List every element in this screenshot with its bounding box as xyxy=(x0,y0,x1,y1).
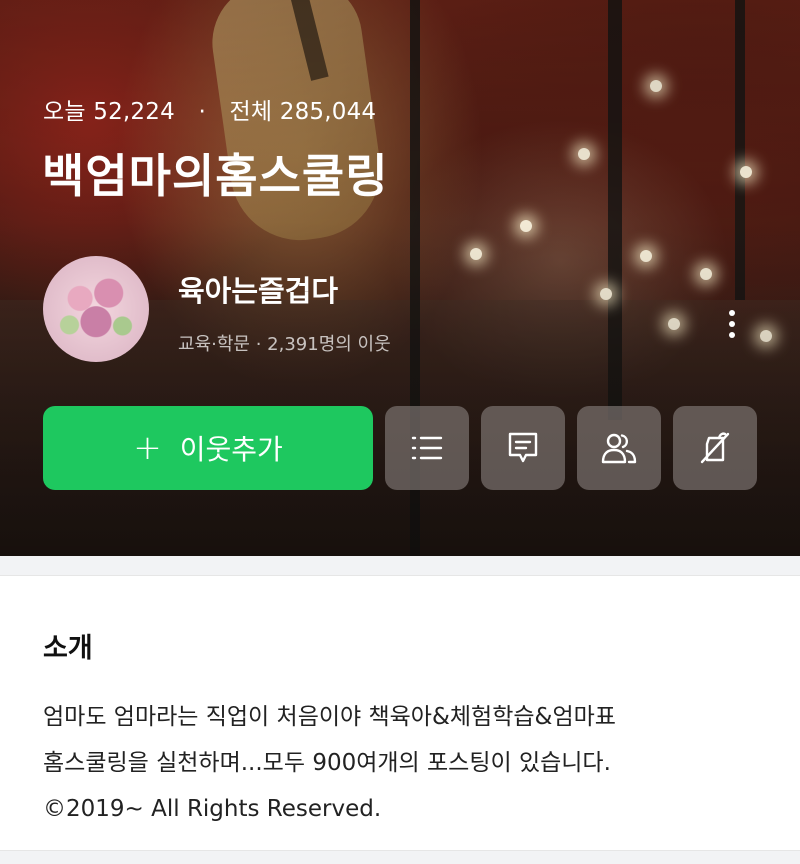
intro-line: ©2019~ All Rights Reserved. xyxy=(43,796,382,822)
total-count: 285,044 xyxy=(279,99,377,125)
intro-title: 소개 xyxy=(43,633,93,664)
profile-meta: 교육·학문 · 2,391명의 이웃 xyxy=(178,330,391,356)
list-icon xyxy=(411,436,443,460)
people-icon xyxy=(601,433,637,464)
section-divider xyxy=(0,556,800,576)
today-label: 오늘 xyxy=(43,99,86,125)
guestbook-button[interactable] xyxy=(481,406,565,490)
today-count: 52,224 xyxy=(93,99,175,125)
visitor-stats: 오늘 52,224 · 전체 285,044 xyxy=(43,92,376,126)
add-neighbor-button[interactable]: + 이웃추가 xyxy=(43,406,373,490)
neighbor-count: 2,391명의 이웃 xyxy=(267,334,391,355)
section-divider xyxy=(0,850,800,864)
add-neighbor-label: 이웃추가 xyxy=(179,433,283,466)
intro-section: 소개 엄마도 엄마라는 직업이 처음이야 책육아&체험학습&엄마표 홈스쿨링을 … xyxy=(0,576,800,850)
plus-icon: + xyxy=(133,428,162,468)
neighbors-button[interactable] xyxy=(577,406,661,490)
chat-bubble-icon xyxy=(508,432,538,463)
blog-cover: 오늘 52,224 · 전체 285,044 백엄마의홈스쿨링 육아는즐겁다 교… xyxy=(0,0,800,556)
total-label: 전체 xyxy=(229,99,273,125)
intro-line: 홈스쿨링을 실천하며...모두 900여개의 포스팅이 있습니다. xyxy=(43,750,611,776)
profile-nickname[interactable]: 육아는즐겁다 xyxy=(178,268,338,310)
more-dot-icon xyxy=(729,332,735,338)
intro-line: 엄마도 엄마라는 직업이 처음이야 책육아&체험학습&엄마표 xyxy=(43,704,616,730)
more-dot-icon xyxy=(729,321,735,327)
more-dot-icon xyxy=(729,310,735,316)
audio-off-button[interactable] xyxy=(673,406,757,490)
no-audio-icon xyxy=(700,432,730,464)
blog-title[interactable]: 백엄마의홈스쿨링 xyxy=(42,140,389,206)
stats-separator: · xyxy=(198,99,206,125)
more-options-button[interactable] xyxy=(712,300,752,348)
avatar[interactable] xyxy=(43,256,149,362)
meta-separator: · xyxy=(255,334,262,355)
profile-category: 교육·학문 xyxy=(178,334,250,355)
intro-text: 엄마도 엄마라는 직업이 처음이야 책육아&체험학습&엄마표 홈스쿨링을 실천하… xyxy=(43,694,763,832)
post-list-button[interactable] xyxy=(385,406,469,490)
